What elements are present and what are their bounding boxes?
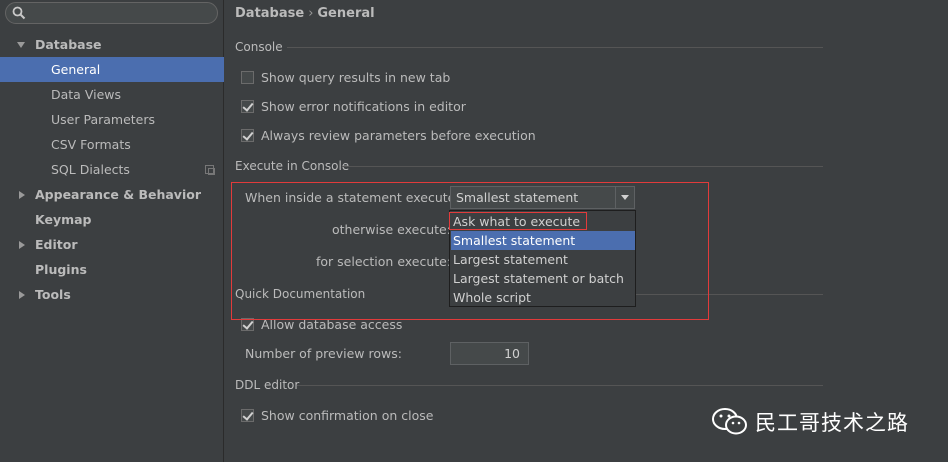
sidebar-item-label: CSV Formats [51, 137, 131, 152]
sidebar-item-user-parameters[interactable]: User Parameters [0, 107, 224, 132]
breadcrumb: Database › General [235, 6, 375, 21]
when-inside-dropdown[interactable]: Smallest statement [450, 186, 635, 209]
checkbox-label: Show query results in new tab [261, 69, 451, 85]
breadcrumb-database: Database [235, 6, 305, 21]
checkbox-box[interactable] [241, 70, 254, 84]
allow-db-access-checkbox[interactable]: Allow database access [241, 315, 402, 333]
option-whole-script[interactable]: Whole script [451, 288, 635, 307]
expand-arrow-icon[interactable] [19, 191, 25, 199]
preview-rows-label: Number of preview rows: [245, 346, 402, 361]
wechat-logo-icon [712, 408, 747, 435]
for-selection-label: for selection execute: [316, 254, 452, 269]
sidebar-item-data-views[interactable]: Data Views [0, 82, 224, 107]
sidebar-item-label: Database [35, 37, 102, 52]
option-smallest-statement[interactable]: Smallest statement [451, 231, 635, 250]
show-error-notifications-checkbox[interactable]: Show error notifications in editor [241, 97, 466, 115]
sidebar-item-appearance[interactable]: Appearance & Behavior [0, 182, 224, 207]
expand-arrow-icon[interactable] [19, 291, 25, 299]
sidebar-item-keymap[interactable]: Keymap [0, 207, 224, 232]
sidebar-item-plugins[interactable]: Plugins [0, 257, 224, 282]
section-quick-doc-title: Quick Documentation [235, 287, 366, 301]
sidebar-item-editor[interactable]: Editor [0, 232, 224, 257]
checkbox-label: Show confirmation on close [261, 407, 434, 423]
settings-sidebar: Database General Data Views User Paramet… [0, 0, 224, 462]
section-divider [342, 166, 823, 167]
settings-panel: Database › General Console Show query resu… [225, 0, 948, 462]
checkbox-label: Show error notifications in editor [261, 98, 466, 114]
checkbox-box[interactable] [241, 317, 254, 331]
dropdown-value: Smallest statement [456, 190, 579, 205]
checkbox-box[interactable] [241, 408, 254, 422]
always-review-parameters-checkbox[interactable]: Always review parameters before executio… [241, 126, 536, 144]
show-confirmation-checkbox[interactable]: Show confirmation on close [241, 406, 433, 424]
checkbox-box[interactable] [241, 128, 254, 142]
search-field[interactable] [5, 2, 218, 24]
sidebar-item-sql-dialects[interactable]: SQL Dialects [0, 157, 224, 182]
breadcrumb-general: General [317, 6, 375, 21]
preview-rows-input[interactable]: 10 [450, 342, 529, 365]
option-largest-statement-or-batch[interactable]: Largest statement or batch [451, 269, 635, 288]
sidebar-item-tools[interactable]: Tools [0, 282, 224, 307]
sidebar-item-label: Keymap [35, 212, 92, 227]
sidebar-item-label: Appearance & Behavior [35, 187, 201, 202]
search-icon [12, 6, 26, 20]
sidebar-item-label: Editor [35, 237, 78, 252]
checkbox-label: Allow database access [261, 316, 403, 332]
sidebar-item-label: General [51, 62, 101, 77]
sidebar-item-label: Tools [35, 287, 71, 302]
sidebar-item-label: User Parameters [51, 112, 156, 127]
watermark-text: 民工哥技术之路 [755, 411, 909, 435]
option-ask-what-to-execute[interactable]: Ask what to execute [451, 212, 635, 231]
otherwise-label: otherwise execute: [332, 222, 451, 237]
show-query-results-checkbox[interactable]: Show query results in new tab [241, 68, 450, 86]
section-divider [287, 47, 823, 48]
execute-options-popup: Ask what to execute Smallest statement L… [449, 210, 636, 307]
breadcrumb-separator: › [308, 6, 314, 21]
section-execute-title: Execute in Console [235, 159, 350, 173]
project-copy-icon [205, 165, 215, 175]
checkbox-box[interactable] [241, 99, 254, 113]
when-inside-label: When inside a statement execute: [245, 190, 460, 205]
sidebar-item-csv-formats[interactable]: CSV Formats [0, 132, 224, 157]
watermark: 民工哥技术之路 [711, 402, 909, 442]
section-ddl-title: DDL editor [235, 378, 300, 392]
checkbox-label: Always review parameters before executio… [261, 127, 536, 143]
expand-arrow-icon[interactable] [19, 241, 25, 249]
sidebar-item-label: SQL Dialects [51, 162, 130, 177]
option-largest-statement[interactable]: Largest statement [451, 250, 635, 269]
sidebar-item-general[interactable]: General [0, 57, 224, 82]
sidebar-item-label: Data Views [51, 87, 121, 102]
section-console-title: Console [235, 40, 283, 54]
section-divider [297, 385, 823, 386]
sidebar-item-database[interactable]: Database [0, 32, 224, 57]
chevron-down-icon[interactable] [615, 187, 634, 208]
sidebar-item-label: Plugins [35, 262, 87, 277]
expand-arrow-icon[interactable] [17, 42, 25, 48]
section-divider [635, 294, 823, 295]
